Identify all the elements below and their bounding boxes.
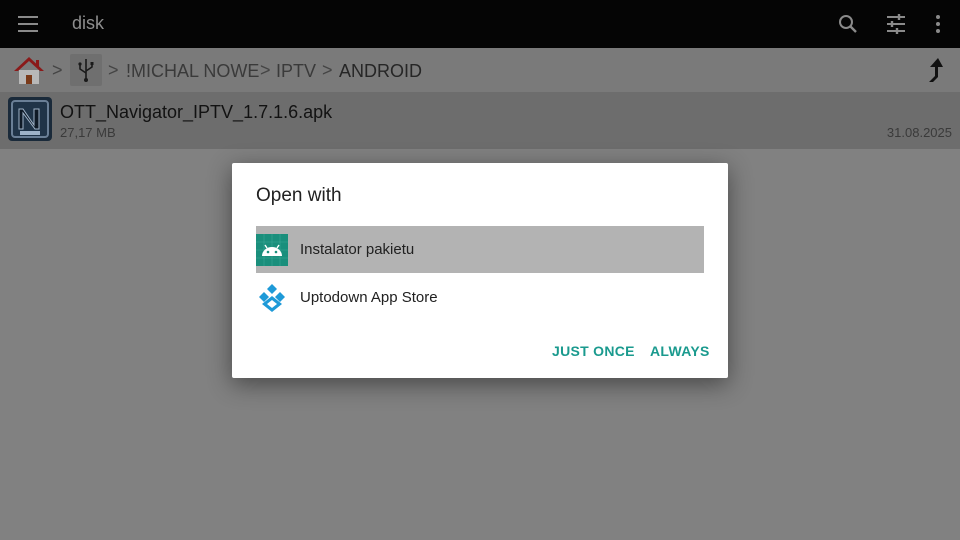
- home-icon[interactable]: [12, 54, 46, 86]
- breadcrumb-separator: >: [322, 60, 333, 80]
- filter-icon[interactable]: [884, 12, 908, 36]
- option-label: Uptodown App Store: [300, 289, 438, 306]
- menu-icon[interactable]: [18, 16, 38, 32]
- app-title: disk: [72, 13, 105, 33]
- usb-icon[interactable]: [70, 54, 102, 86]
- breadcrumb-separator: >: [52, 60, 63, 80]
- more-vert-icon[interactable]: [926, 12, 950, 36]
- just-once-button[interactable]: JUST ONCE: [552, 343, 635, 359]
- up-arrow-icon[interactable]: [922, 56, 948, 84]
- file-row[interactable]: OTT_Navigator_IPTV_1.7.1.6.apk 27,17 MB …: [0, 92, 960, 149]
- android-icon: [256, 234, 288, 266]
- option-label: Instalator pakietu: [300, 241, 415, 258]
- file-name: OTT_Navigator_IPTV_1.7.1.6.apk: [60, 102, 333, 122]
- search-icon[interactable]: [836, 12, 860, 36]
- uptodown-icon: [259, 284, 285, 312]
- file-size: 27,17 MB: [60, 125, 116, 140]
- option-instalator-pakietu[interactable]: Instalator pakietu: [256, 226, 704, 273]
- dialog-title: Open with: [256, 185, 342, 206]
- breadcrumb-separator: >: [108, 60, 119, 80]
- breadcrumb-separator: >: [260, 60, 271, 80]
- app-bar: disk: [0, 0, 960, 48]
- breadcrumb-item-iptv[interactable]: IPTV: [276, 61, 316, 82]
- breadcrumb-item-android[interactable]: ANDROID: [339, 61, 422, 82]
- open-with-dialog: Open with Instalator pakietu Uptodown Ap…: [232, 163, 728, 378]
- option-uptodown-app-store[interactable]: Uptodown App Store: [256, 274, 704, 321]
- file-date: 31.08.2025: [886, 125, 952, 140]
- breadcrumb: > > !MICHAL NOWE > IPTV > ANDROID: [0, 48, 960, 92]
- ott-app-icon: [8, 97, 52, 141]
- breadcrumb-item-michal-nowe[interactable]: !MICHAL NOWE: [126, 61, 259, 82]
- always-button[interactable]: ALWAYS: [650, 343, 710, 359]
